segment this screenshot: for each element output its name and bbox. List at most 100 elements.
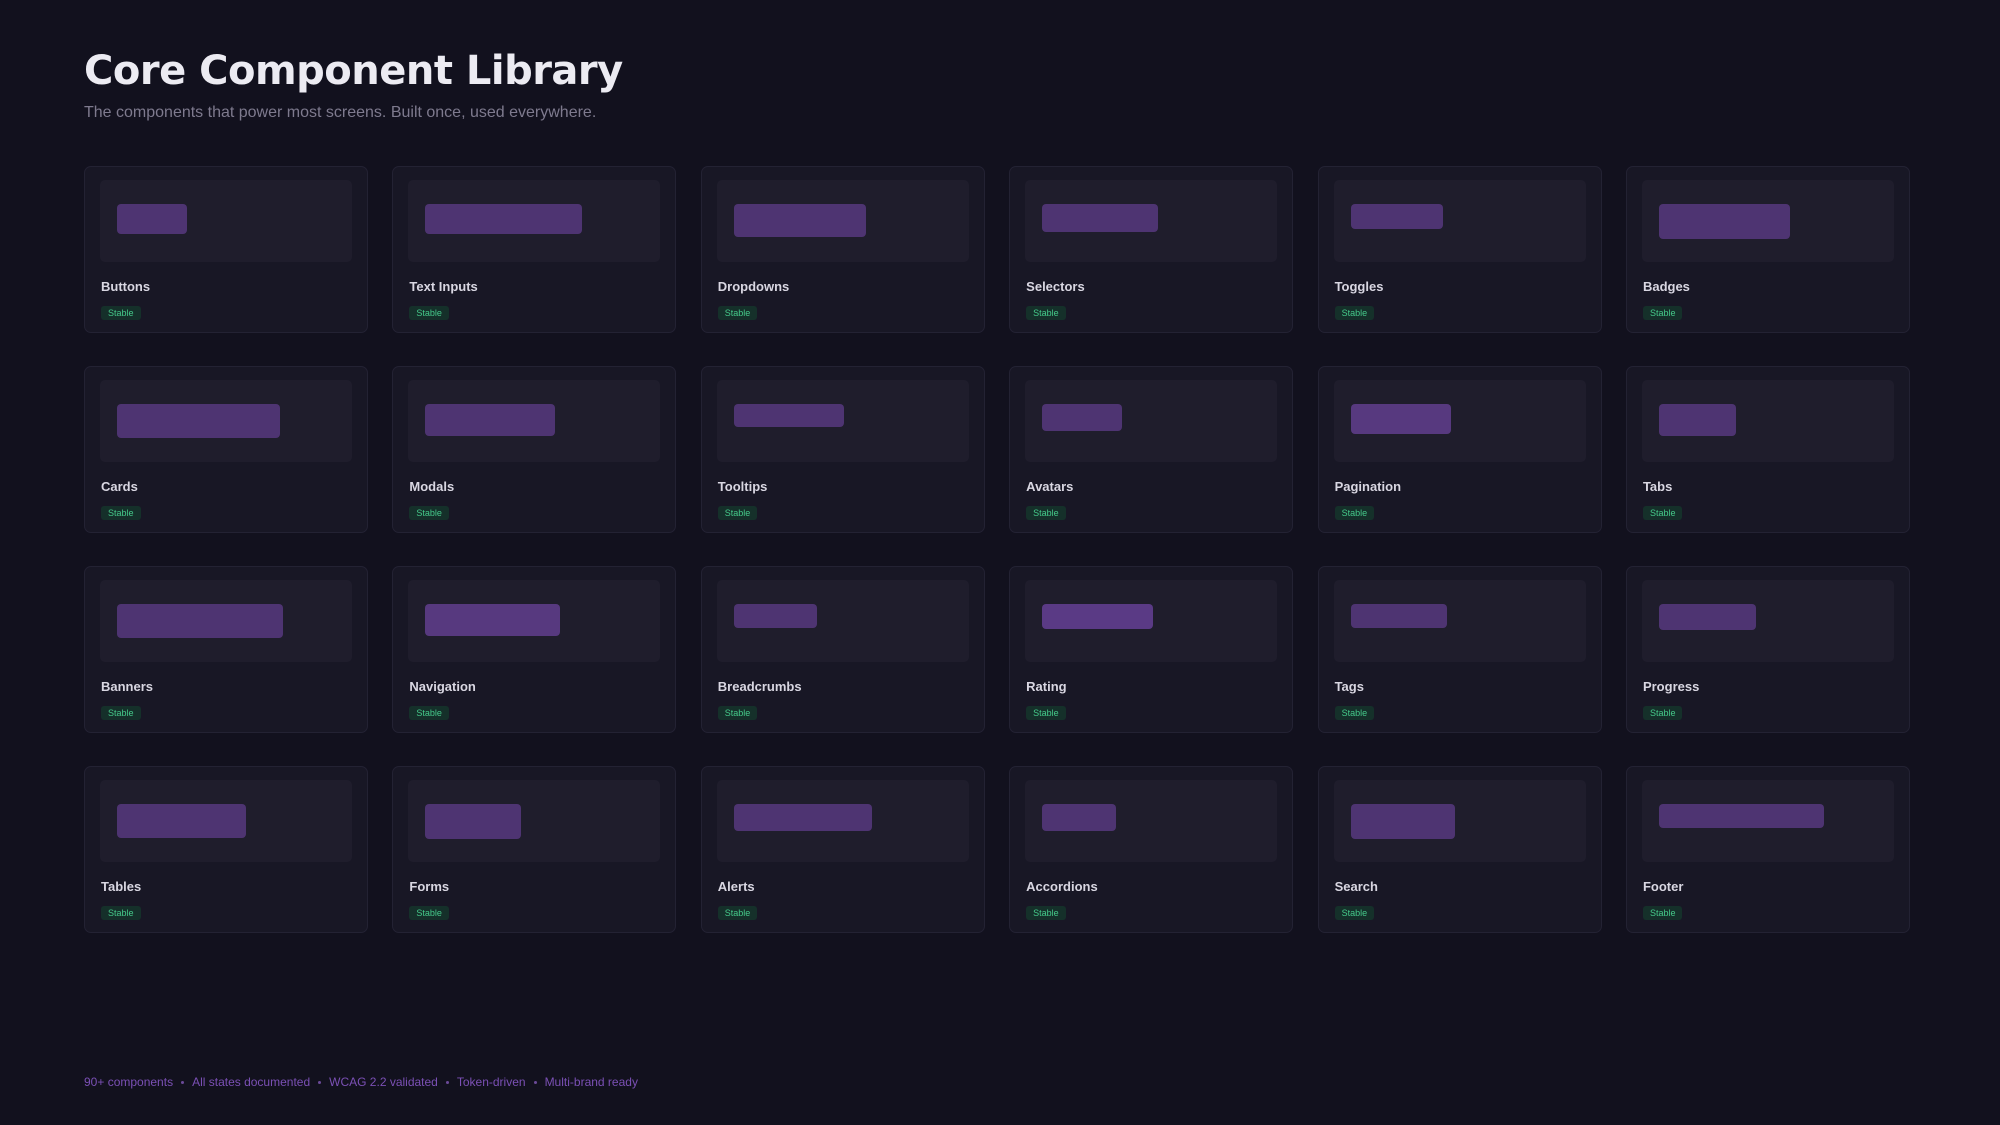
component-card-cards[interactable]: Cards Stable	[84, 366, 368, 533]
component-preview	[1333, 180, 1586, 262]
component-card-alerts[interactable]: Alerts Stable	[700, 766, 985, 933]
preview-placeholder-bar	[733, 204, 866, 237]
component-card-tags[interactable]: Tags Stable	[1317, 566, 1602, 733]
component-name: Selectors	[1026, 279, 1085, 294]
status-badge: Stable	[409, 506, 449, 520]
component-card-breadcrumbs[interactable]: Breadcrumbs Stable	[700, 566, 985, 733]
component-grid: Buttons Stable Text Inputs Stable Dropdo…	[84, 166, 1910, 933]
component-name: Navigation	[409, 679, 476, 694]
component-preview	[716, 580, 969, 662]
status-badge: Stable	[1334, 506, 1375, 520]
component-name: Banners	[101, 679, 154, 694]
component-card-search[interactable]: Search Stable	[1317, 766, 1602, 933]
component-name: Rating	[1026, 679, 1067, 694]
component-name: Search	[1334, 879, 1378, 894]
status-badge: Stable	[1334, 706, 1375, 720]
preview-placeholder-bar	[117, 804, 246, 838]
component-name: Pagination	[1334, 479, 1402, 494]
component-card-accordions[interactable]: Accordions Stable	[1009, 766, 1294, 933]
component-card-buttons[interactable]: Buttons Stable	[84, 166, 368, 333]
status-badge: Stable	[1026, 906, 1066, 920]
component-card-rating[interactable]: Rating Stable	[1009, 566, 1294, 733]
status-badge: Stable	[1026, 506, 1066, 520]
component-preview	[1025, 580, 1278, 662]
preview-placeholder-bar	[1042, 404, 1123, 431]
component-card-dropdowns[interactable]: Dropdowns Stable	[700, 166, 985, 333]
dot-separator	[533, 1080, 537, 1084]
preview-placeholder-bar	[1350, 804, 1455, 839]
preview-placeholder-bar	[1658, 204, 1790, 239]
component-card-pagination[interactable]: Pagination Stable	[1317, 366, 1602, 533]
component-card-modals[interactable]: Modals Stable	[392, 366, 677, 533]
component-name: Toggles	[1334, 279, 1384, 294]
component-name: Avatars	[1026, 479, 1074, 494]
status-badge: Stable	[409, 706, 449, 720]
component-card-progress[interactable]: Progress Stable	[1625, 566, 1910, 733]
component-card-banners[interactable]: Banners Stable	[84, 566, 368, 733]
component-name: Tooltips	[717, 479, 768, 494]
component-preview	[1641, 380, 1894, 462]
dot-separator	[181, 1080, 185, 1084]
component-name: Tabs	[1642, 479, 1673, 494]
preview-placeholder-bar	[733, 804, 872, 831]
preview-placeholder-bar	[425, 204, 583, 234]
component-card-toggles[interactable]: Toggles Stable	[1317, 166, 1602, 333]
status-badge: Stable	[717, 306, 758, 320]
component-card-tables[interactable]: Tables Stable	[84, 766, 368, 933]
status-badge: Stable	[101, 906, 141, 920]
component-name: Breadcrumbs	[717, 679, 802, 694]
component-card-navigation[interactable]: Navigation Stable	[392, 566, 677, 733]
status-badge: Stable	[1642, 706, 1683, 720]
component-preview	[408, 580, 661, 662]
preview-placeholder-bar	[1042, 204, 1159, 232]
component-card-footer[interactable]: Footer Stable	[1625, 766, 1910, 933]
component-preview	[100, 780, 352, 862]
preview-placeholder-bar	[425, 604, 561, 636]
preview-placeholder-bar	[117, 404, 280, 438]
component-preview	[100, 180, 352, 262]
preview-placeholder-bar	[1350, 204, 1443, 229]
component-card-avatars[interactable]: Avatars Stable	[1009, 366, 1294, 533]
component-card-text-inputs[interactable]: Text Inputs Stable	[392, 166, 677, 333]
component-preview	[1025, 380, 1278, 462]
component-preview	[1641, 780, 1894, 862]
preview-placeholder-bar	[1658, 404, 1736, 436]
component-preview	[716, 180, 969, 262]
page: Core Component Library The components th…	[84, 0, 1910, 1125]
component-preview	[1641, 180, 1894, 262]
component-card-selectors[interactable]: Selectors Stable	[1009, 166, 1294, 333]
component-preview	[408, 380, 661, 462]
component-name: Modals	[409, 479, 455, 494]
preview-placeholder-bar	[117, 204, 187, 234]
preview-placeholder-bar	[733, 404, 844, 427]
component-card-tabs[interactable]: Tabs Stable	[1625, 366, 1910, 533]
component-name: Text Inputs	[409, 279, 478, 294]
component-preview	[1333, 380, 1586, 462]
preview-placeholder-bar	[117, 604, 283, 638]
component-preview	[100, 380, 352, 462]
status-badge: Stable	[717, 506, 758, 520]
footer-highlights: 90+ components All states documented WCA…	[84, 1075, 638, 1089]
preview-placeholder-bar	[1042, 804, 1117, 831]
component-card-tooltips[interactable]: Tooltips Stable	[700, 366, 985, 533]
component-card-badges[interactable]: Badges Stable	[1625, 166, 1910, 333]
page-subtitle: The components that power most screens. …	[84, 104, 597, 121]
component-card-forms[interactable]: Forms Stable	[392, 766, 677, 933]
component-preview	[1333, 780, 1586, 862]
component-preview	[716, 380, 969, 462]
preview-placeholder-bar	[425, 804, 522, 839]
status-badge: Stable	[1026, 706, 1066, 720]
status-badge: Stable	[101, 506, 141, 520]
component-name: Buttons	[101, 279, 151, 294]
preview-placeholder-bar	[1042, 604, 1154, 629]
status-badge: Stable	[1642, 906, 1683, 920]
component-name: Accordions	[1026, 879, 1098, 894]
status-badge: Stable	[1334, 906, 1375, 920]
preview-placeholder-bar	[1658, 604, 1756, 630]
footer-item: Token-driven	[456, 1075, 526, 1089]
component-name: Alerts	[717, 879, 755, 894]
component-preview	[100, 580, 352, 662]
component-preview	[1641, 580, 1894, 662]
preview-placeholder-bar	[1350, 404, 1451, 434]
status-badge: Stable	[717, 706, 758, 720]
